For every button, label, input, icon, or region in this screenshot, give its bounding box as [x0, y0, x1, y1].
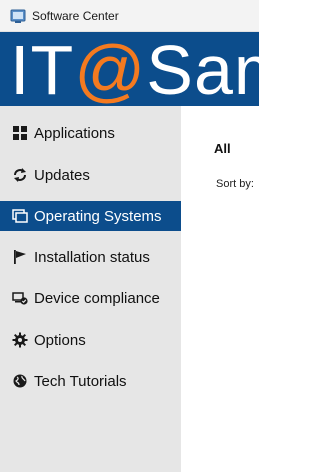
sidebar-item-label: Installation status: [34, 248, 150, 266]
brand-text-sam: Sam: [146, 32, 259, 106]
brand-text-it: IT: [10, 32, 75, 106]
gear-icon: [12, 332, 28, 348]
sidebar-item-updates[interactable]: Updates: [0, 160, 181, 190]
software-center-icon: [10, 9, 26, 23]
sidebar-item-options[interactable]: Options: [0, 325, 181, 355]
sidebar-item-installation-status[interactable]: Installation status: [0, 242, 181, 272]
sidebar-item-tech-tutorials[interactable]: Tech Tutorials: [0, 366, 181, 396]
sidebar-item-label: Applications: [34, 124, 115, 142]
globe-icon: [12, 373, 28, 389]
sidebar-item-operating-systems[interactable]: Operating Systems: [0, 201, 181, 231]
sidebar-item-device-compliance[interactable]: Device compliance: [0, 283, 181, 313]
main-content: All Sort by:: [181, 106, 259, 472]
brand-text-at: @: [74, 32, 147, 106]
brand-banner: IT@Sam: [0, 32, 259, 106]
sidebar-item-label: Options: [34, 331, 86, 349]
sidebar-item-applications[interactable]: Applications: [0, 118, 181, 148]
title-bar: Software Center: [0, 0, 259, 32]
sidebar-item-label: Updates: [34, 166, 90, 184]
windows-stack-icon: [12, 208, 28, 224]
device-check-icon: [12, 290, 28, 306]
flag-icon: [12, 249, 28, 265]
window-title: Software Center: [32, 8, 119, 23]
sort-by-label: Sort by:: [216, 178, 254, 190]
filter-title[interactable]: All: [214, 141, 231, 156]
brand-logo-text: IT@Sam: [10, 32, 259, 106]
sidebar-nav: Applications Updates Operating Systems I…: [0, 106, 181, 472]
sidebar-item-label: Tech Tutorials: [34, 372, 127, 390]
refresh-icon: [12, 167, 28, 183]
sidebar-item-label: Operating Systems: [34, 207, 162, 225]
sidebar-item-label: Device compliance: [34, 289, 160, 307]
grid-icon: [12, 125, 28, 141]
